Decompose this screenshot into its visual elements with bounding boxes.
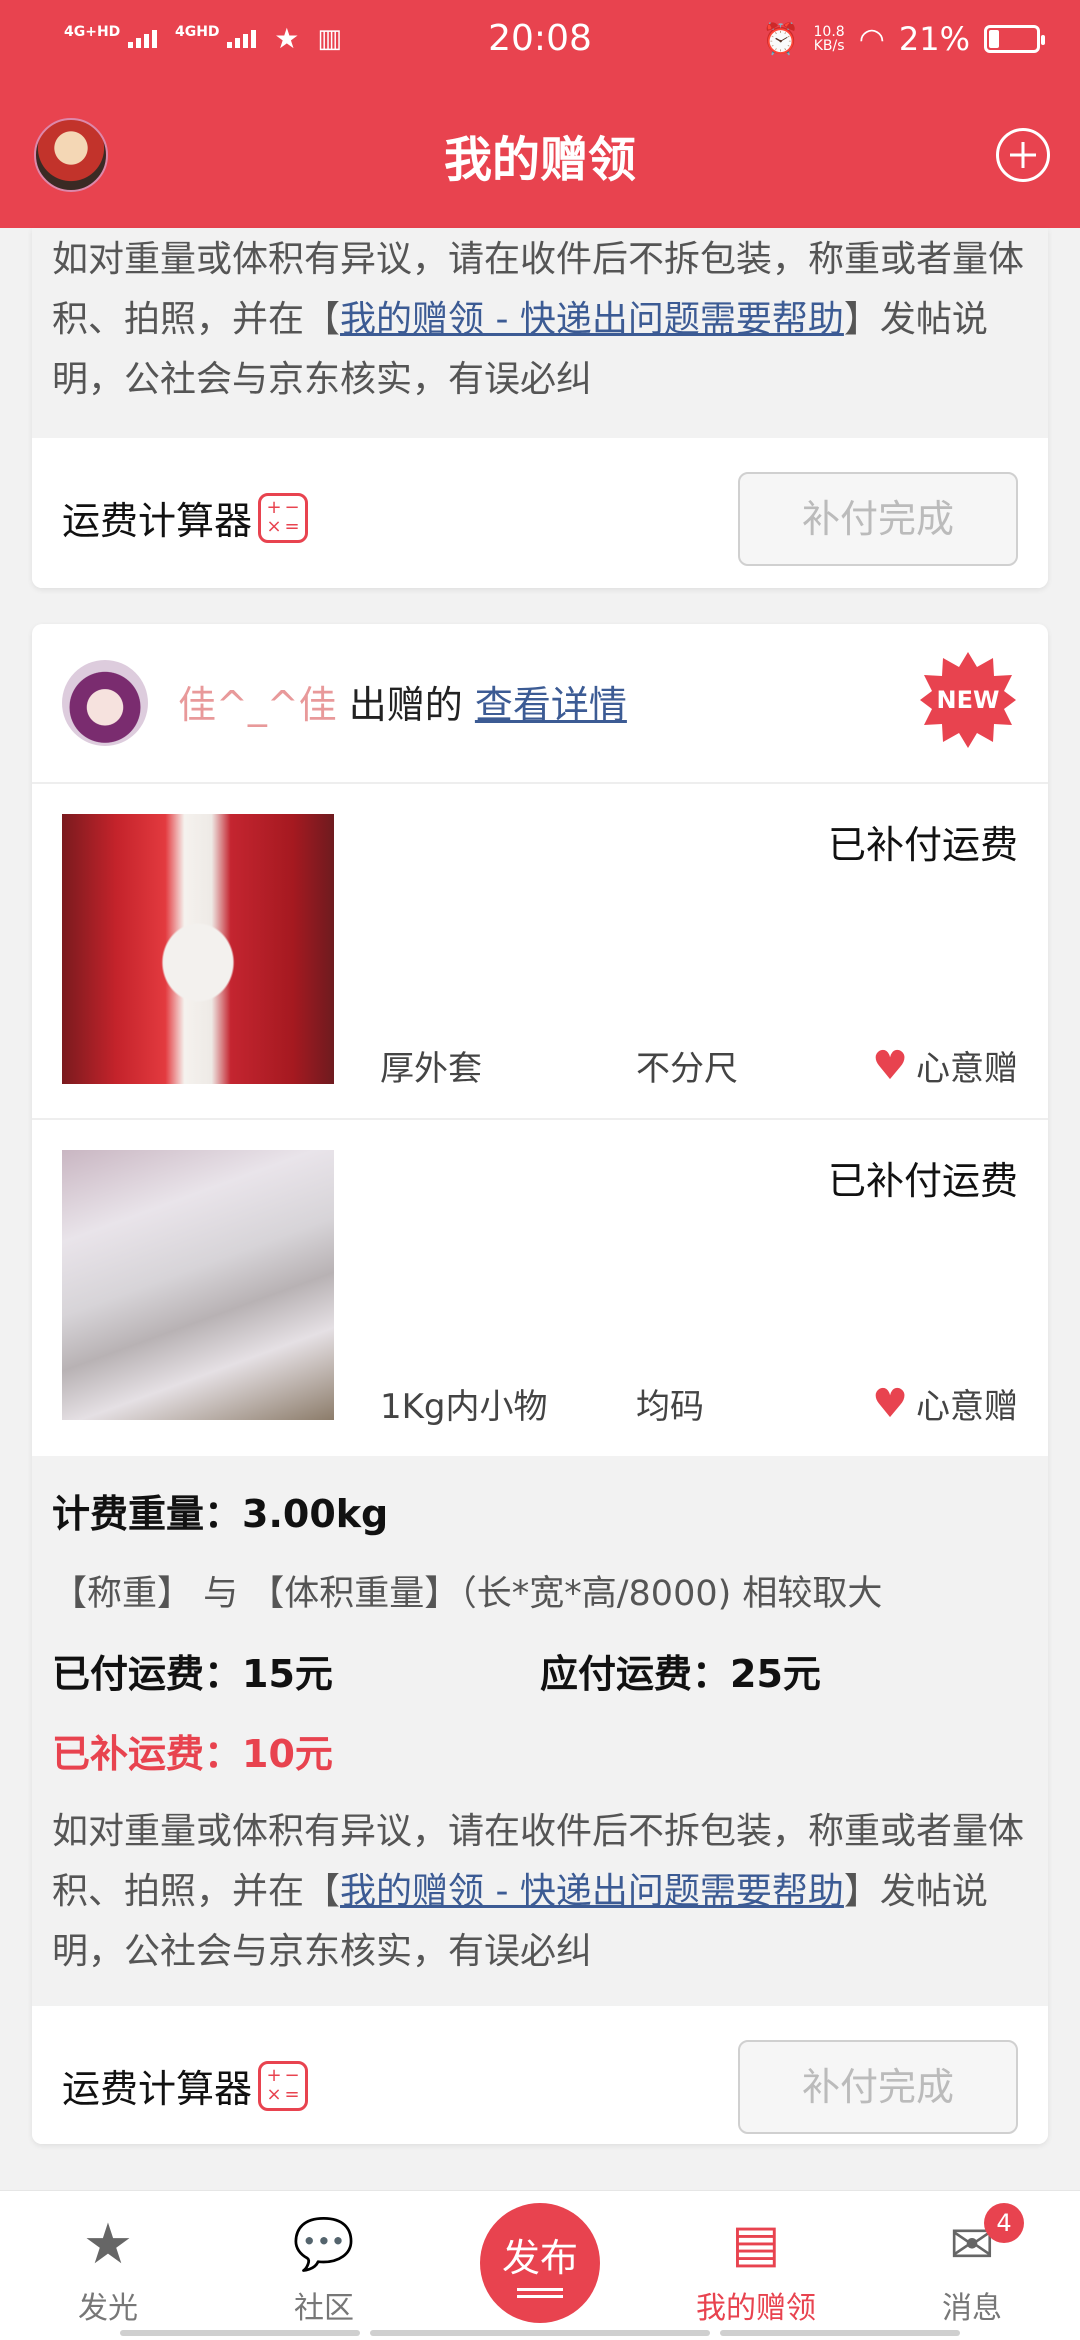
help-link[interactable]: 我的赠领 - 快递出问题需要帮助 bbox=[340, 299, 844, 340]
due-value: 25元 bbox=[730, 1652, 821, 1696]
battery-percent: 21% bbox=[898, 20, 970, 58]
dispute-notice: 如对重量或体积有异议，请在收件后不拆包装，称重或者量体积、拍照，并在【我的赠领 … bbox=[32, 1802, 1048, 1982]
status-bar: 4G+HD 4GHD ★ ▥ 20:08 ⏰ 10.8 KB/s ◠ 21% bbox=[0, 0, 1080, 84]
calculator-label: 运费计算器 bbox=[62, 2067, 253, 2111]
publish-label: 发布 bbox=[501, 2236, 578, 2280]
donor-avatar[interactable] bbox=[62, 660, 148, 746]
tab-community[interactable]: 💬 社区 bbox=[244, 2191, 404, 2340]
alarm-icon: ⏰ bbox=[762, 21, 800, 57]
item-status: 已补付运费 bbox=[827, 823, 1018, 867]
heart-icon: ♥ bbox=[872, 1380, 908, 1427]
star-icon: ★ bbox=[82, 2211, 134, 2277]
status-right: ⏰ 10.8 KB/s ◠ 21% bbox=[762, 20, 1045, 58]
publish-button[interactable]: 发布 bbox=[480, 2203, 600, 2323]
shipping-card: 佳^_^佳 出赠的 查看详情 NEW 已补付运费 厚外套 不分尺 ♥ 心意赠 已补… bbox=[32, 624, 1048, 2144]
new-badge: NEW bbox=[918, 650, 1018, 750]
mail-icon: ✉ bbox=[949, 2212, 995, 2276]
new-badge-label: NEW bbox=[936, 686, 1000, 714]
calculator-icon[interactable]: + − × = bbox=[258, 492, 309, 543]
freight-calculator[interactable]: 运费计算器 + − × = bbox=[62, 2058, 309, 2113]
tab-label: 发光 bbox=[78, 2291, 138, 2326]
top-bar: 4G+HD 4GHD ★ ▥ 20:08 ⏰ 10.8 KB/s ◠ 21% 我… bbox=[0, 0, 1080, 228]
payment-done-button[interactable]: 补付完成 bbox=[738, 2040, 1018, 2134]
notice-area: 如对重量或体积有异议，请在收件后不拆包装，称重或者量体积、拍照，并在【我的赠领 … bbox=[32, 228, 1048, 438]
paid-label: 已付运费： bbox=[52, 1652, 243, 1696]
scroll-indicator bbox=[370, 2330, 710, 2336]
tab-shine[interactable]: ★ 发光 bbox=[28, 2191, 188, 2340]
extra-fee: 已补运费：10元 bbox=[32, 1714, 1048, 1794]
item-photo-coat[interactable] bbox=[62, 814, 334, 1084]
gift-item[interactable]: 已补付运费 1Kg内小物 均码 ♥ 心意赠 bbox=[32, 1120, 1048, 1456]
weight-value: 3.00kg bbox=[242, 1492, 389, 1536]
gift-box-icon: ▤ bbox=[731, 2214, 781, 2274]
card-footer: 运费计算器 + − × = 补付完成 bbox=[32, 2006, 1048, 2144]
item-size: 不分尺 bbox=[636, 1049, 738, 1089]
payment-done-button[interactable]: 补付完成 bbox=[738, 472, 1018, 566]
bottom-tab-bar: ★ 发光 💬 社区 发布 ▤ 我的赠领 ✉ 消息 4 bbox=[0, 2190, 1080, 2340]
weight-label: 计费重量： bbox=[52, 1492, 243, 1536]
item-status: 已补付运费 bbox=[827, 1159, 1018, 1203]
publish-icon bbox=[517, 2288, 563, 2298]
tab-my-gifts[interactable]: ▤ 我的赠领 bbox=[676, 2191, 836, 2340]
gift-item[interactable]: 已补付运费 厚外套 不分尺 ♥ 心意赠 bbox=[32, 784, 1048, 1120]
extra-value: 10元 bbox=[242, 1732, 333, 1776]
freight-calculator[interactable]: 运费计算器 + − × = bbox=[62, 490, 309, 545]
battery-icon bbox=[984, 25, 1045, 53]
weight-rule: 【称重】 与 【体积重量】（长*宽*高/8000) 相较取大 bbox=[52, 1574, 883, 1614]
dispute-notice: 如对重量或体积有异议，请在收件后不拆包装，称重或者量体积、拍照，并在【我的赠领 … bbox=[32, 230, 1048, 410]
tab-label: 社区 bbox=[294, 2291, 354, 2326]
card-footer: 运费计算器 + − × = 补付完成 bbox=[32, 438, 1048, 588]
wifi-icon: ◠ bbox=[858, 21, 885, 57]
heart-icon: ♥ bbox=[872, 1042, 908, 1089]
item-name: 厚外套 bbox=[380, 1049, 482, 1089]
item-name: 1Kg内小物 bbox=[380, 1387, 548, 1427]
fee-row: 已付运费：15元 应付运费：25元 bbox=[32, 1634, 1048, 1714]
item-tag-label: 心意赠 bbox=[916, 1387, 1018, 1427]
add-icon[interactable] bbox=[996, 128, 1050, 182]
view-details-link[interactable]: 查看详情 bbox=[475, 683, 627, 727]
tab-label: 消息 bbox=[942, 2291, 1002, 2326]
donor-name[interactable]: 佳^_^佳 bbox=[178, 683, 337, 727]
due-fee: 应付运费：25元 bbox=[540, 1634, 1028, 1714]
item-tag: ♥ 心意赠 bbox=[872, 1041, 1018, 1090]
billing-weight: 计费重量：3.00kg bbox=[32, 1474, 1048, 1554]
scroll-indicator bbox=[120, 2330, 360, 2336]
item-tag: ♥ 心意赠 bbox=[872, 1379, 1018, 1428]
freight-info: 计费重量：3.00kg 【称重】 与 【体积重量】（长*宽*高/8000) 相较… bbox=[32, 1456, 1048, 2006]
page-title: 我的赠领 bbox=[443, 132, 636, 188]
item-tag-label: 心意赠 bbox=[916, 1049, 1018, 1089]
unread-badge: 4 bbox=[984, 2203, 1024, 2243]
tab-label: 我的赠领 bbox=[696, 2291, 816, 2326]
extra-label: 已补运费： bbox=[52, 1732, 243, 1776]
paid-fee: 已付运费：15元 bbox=[52, 1634, 540, 1714]
calculator-icon[interactable]: + − × = bbox=[258, 2060, 309, 2111]
donated-label: 出赠的 bbox=[348, 683, 463, 727]
paid-value: 15元 bbox=[242, 1652, 333, 1696]
help-link[interactable]: 我的赠领 - 快递出问题需要帮助 bbox=[340, 1871, 844, 1912]
donor-text: 佳^_^佳 出赠的 查看详情 bbox=[178, 674, 627, 729]
scroll-indicator bbox=[720, 2330, 960, 2336]
tab-messages[interactable]: ✉ 消息 4 bbox=[892, 2191, 1052, 2340]
chat-icon: 💬 bbox=[292, 2214, 356, 2273]
donor-row: 佳^_^佳 出赠的 查看详情 NEW bbox=[32, 624, 1048, 784]
network-speed: 10.8 KB/s bbox=[813, 24, 845, 54]
shipping-card-previous: 如对重量或体积有异议，请在收件后不拆包装，称重或者量体积、拍照，并在【我的赠领 … bbox=[32, 228, 1048, 588]
due-label: 应付运费： bbox=[540, 1652, 731, 1696]
item-photo-bags[interactable] bbox=[62, 1150, 334, 1420]
calculator-label: 运费计算器 bbox=[62, 499, 253, 543]
item-size: 均码 bbox=[636, 1387, 704, 1427]
